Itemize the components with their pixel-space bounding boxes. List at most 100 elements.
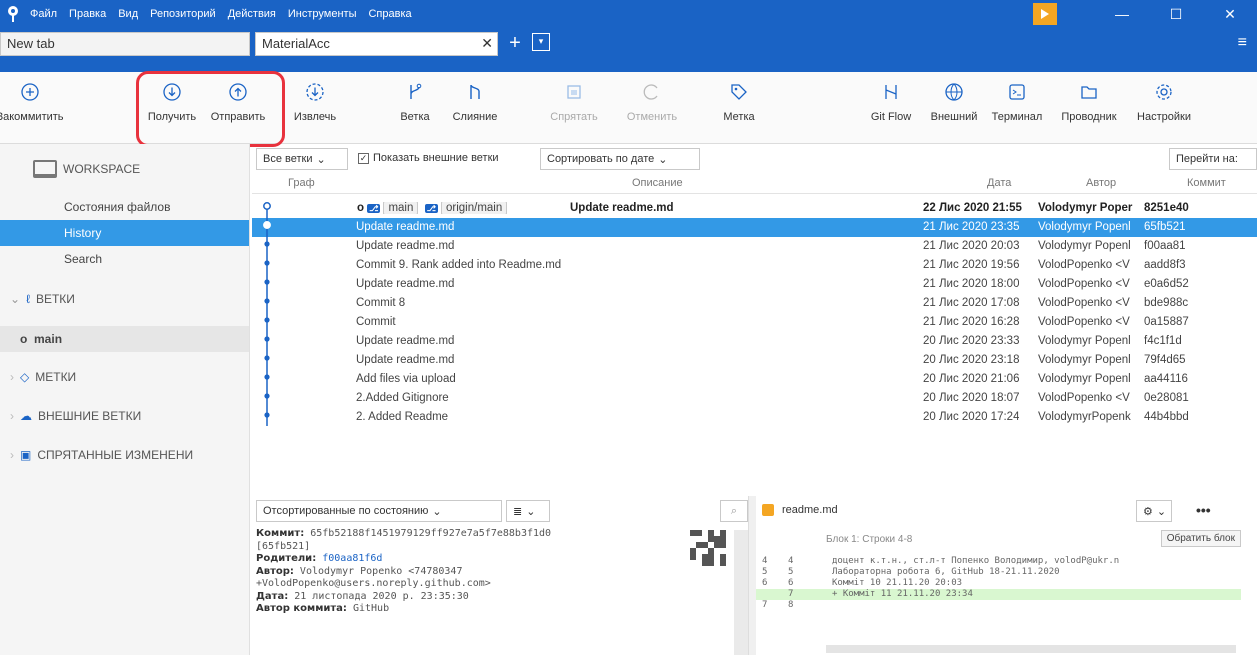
tab-new[interactable]: New tab (0, 32, 250, 56)
discard-button[interactable]: Отменить (620, 80, 684, 123)
globe-icon (942, 80, 966, 104)
tab-dropdown-button[interactable]: ▾ (532, 33, 550, 51)
show-remote-checkbox[interactable]: ✓ Показать внешние ветки (358, 152, 499, 164)
diff-horizontal-scrollbar[interactable] (826, 645, 1236, 653)
table-row[interactable]: 2.Added Gitignore 20 Лис 2020 18:07 Volo… (252, 389, 1257, 408)
commit-details: Коммит: 65fb52188f1451979129ff927e7a5f7e… (256, 528, 676, 616)
chevron-right-icon: › (10, 370, 14, 384)
graph-node (264, 412, 270, 418)
commit-author: Volodymyr Popenl (1038, 335, 1131, 347)
author-label: Автор: (256, 565, 294, 577)
view-mode-dropdown[interactable]: ≣ ⌄ (506, 500, 550, 522)
merge-button[interactable]: Слияние (450, 80, 500, 123)
diff-line: 55 Лабораторна робота 6, GitHub 18-21.11… (762, 567, 1060, 577)
hunk-header: Блок 1: Строки 4-8 (826, 534, 913, 545)
commit-full-hash: 65fb52188f1451979129ff927e7a5f7e88b3f1d0 (310, 528, 552, 539)
cloud-icon: ☁ (20, 409, 32, 423)
close-window-button[interactable]: ✕ (1207, 0, 1253, 28)
table-row[interactable]: Update readme.md 21 Лис 2020 23:35 Volod… (252, 218, 1257, 237)
sidebar-item-branch-main[interactable]: o main (0, 326, 249, 352)
parent-hash-link[interactable]: f00aa81f6d (322, 553, 382, 564)
tag-button[interactable]: Метка (714, 80, 764, 123)
stash-box-icon (562, 80, 586, 104)
checkmark-icon: ✓ (358, 152, 369, 164)
minimize-button[interactable]: — (1099, 0, 1145, 28)
table-row[interactable]: Commit 9. Rank added into Readme.md 21 Л… (252, 256, 1257, 275)
hamburger-menu-icon[interactable]: ≡ (1238, 34, 1247, 52)
graph-node (264, 241, 270, 247)
menu-tools[interactable]: Инструменты (288, 8, 357, 20)
revert-hunk-button[interactable]: Обратить блок (1160, 530, 1241, 547)
gear-icon: ⚙ (1143, 505, 1153, 518)
sidebar-item-search[interactable]: Search (0, 246, 249, 272)
sort-by-status-dropdown[interactable]: Отсортированные по состоянию ⌄ (256, 500, 502, 522)
sidebar-section-branches[interactable]: ⌄ ℓ ВЕТКИ (10, 292, 75, 306)
menu-edit[interactable]: Правка (69, 8, 106, 20)
table-row[interactable]: Update readme.md 20 Лис 2020 23:33 Volod… (252, 332, 1257, 351)
commit-date: 21 Лис 2020 20:03 (923, 240, 1020, 252)
add-tab-button[interactable]: + (504, 33, 526, 55)
all-branches-dropdown[interactable]: Все ветки ⌄ (256, 148, 348, 170)
diff-options-dropdown[interactable]: ⚙ ⌄ (1136, 500, 1172, 522)
sidebar-section-remotes[interactable]: › ☁ ВНЕШНИЕ ВЕТКИ (10, 409, 141, 423)
table-row[interactable]: Update readme.md 21 Лис 2020 18:00 Volod… (252, 275, 1257, 294)
menu-actions[interactable]: Действия (228, 8, 276, 20)
commit-author: VolodPopenko <V (1038, 259, 1130, 271)
remote-button[interactable]: Внешний (926, 80, 982, 123)
fetch-button[interactable]: Извлечь (282, 80, 348, 123)
gitflow-button[interactable]: Git Flow (865, 80, 917, 123)
table-row[interactable]: 2. Added Readme 20 Лис 2020 17:24 Volody… (252, 408, 1257, 427)
graph-node (264, 317, 270, 323)
menu-file[interactable]: Файл (30, 8, 57, 20)
explorer-button[interactable]: Проводник (1054, 80, 1124, 123)
settings-button[interactable]: Настройки (1128, 80, 1200, 123)
pane-splitter[interactable] (748, 496, 756, 655)
column-graph[interactable]: Граф (288, 177, 315, 189)
sidebar-section-stashes[interactable]: › ▣ СПРЯТАННЫЕ ИЗМЕНЕНИ (10, 448, 193, 462)
table-row[interactable]: Add files via upload 20 Лис 2020 21:06 V… (252, 370, 1257, 389)
tags-label: МЕТКИ (35, 370, 77, 384)
diff-toolbar: readme.md ⚙ ⌄ ••• (756, 496, 1257, 526)
commit-hash: 79f4d65 (1144, 354, 1186, 366)
table-row[interactable]: Commit 21 Лис 2020 16:28 VolodPopenko <V… (252, 313, 1257, 332)
column-author[interactable]: Автор (1086, 177, 1116, 189)
sort-dropdown[interactable]: Сортировать по дате ⌄ (540, 148, 700, 170)
table-row[interactable]: Commit 8 21 Лис 2020 17:08 VolodPopenko … (252, 294, 1257, 313)
author-email: +VolodPopenko@users.noreply.github.com> (256, 578, 491, 589)
goto-button[interactable]: Перейти на: (1169, 148, 1257, 170)
commit-author: VolodPopenko <V (1038, 316, 1130, 328)
column-commit[interactable]: Коммит (1187, 177, 1226, 189)
graph-node (264, 336, 270, 342)
graph-node-selected (263, 221, 271, 229)
terminal-button[interactable]: Терминал (986, 80, 1048, 123)
tab-close-icon[interactable]: ✕ (481, 35, 493, 52)
commit-date: 21 Лис 2020 23:35 (923, 221, 1020, 233)
commit-author: VolodymyrPopenk (1038, 411, 1131, 423)
menu-view[interactable]: Вид (118, 8, 138, 20)
maximize-button[interactable]: ☐ (1153, 0, 1199, 28)
tab-materialacc[interactable]: MaterialAcc ✕ (255, 32, 498, 56)
commit-button[interactable]: Закоммитить (0, 80, 64, 123)
commit-description: 2.Added Gitignore (356, 392, 449, 404)
chevron-down-icon: ⌄ (658, 153, 668, 166)
table-row[interactable]: Update readme.md 20 Лис 2020 23:18 Volod… (252, 351, 1257, 370)
details-scrollbar[interactable] (734, 530, 748, 655)
sidebar-item-file-status[interactable]: Состояния файлов (0, 194, 249, 220)
date-value: 21 листопада 2020 р. 23:35:30 (294, 590, 469, 602)
table-row[interactable]: Update readme.md 21 Лис 2020 20:03 Volod… (252, 237, 1257, 256)
commit-hash: 65fb521 (1144, 221, 1186, 233)
menu-help[interactable]: Справка (368, 8, 411, 20)
sidebar-item-history[interactable]: History (0, 220, 249, 246)
menu-repository[interactable]: Репозиторий (150, 8, 216, 20)
table-row[interactable]: o ⎇ main ⎇ origin/main Update readme.md 22… (252, 199, 1257, 218)
more-options-icon[interactable]: ••• (1196, 502, 1211, 518)
search-button[interactable]: ⌕ (720, 500, 748, 522)
column-description[interactable]: Описание (632, 177, 683, 189)
commit-description: Commit (356, 316, 396, 328)
column-date[interactable]: Дата (987, 177, 1011, 189)
flag-icon[interactable] (1033, 3, 1057, 25)
commit-description: Update readme.md (356, 221, 455, 233)
branch-button[interactable]: Ветка (393, 80, 437, 123)
stash-button[interactable]: Спрятать (546, 80, 602, 123)
sidebar-section-tags[interactable]: › ◇ МЕТКИ (10, 370, 76, 384)
